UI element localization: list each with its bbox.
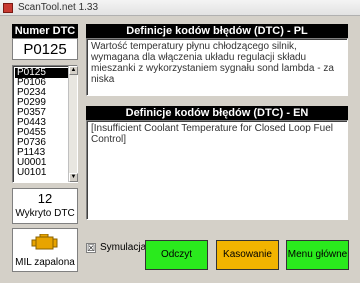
- main-menu-button[interactable]: Menu główne: [286, 240, 349, 270]
- app-icon: [3, 3, 13, 13]
- dtc-number-header: Numer DTC: [12, 24, 78, 38]
- en-definition-text: [Insufficient Coolant Temperature for Cl…: [86, 120, 348, 220]
- scroll-up-icon[interactable]: ▲: [69, 66, 78, 75]
- dtc-code-list[interactable]: P0125 P0106 P0234 P0299 P0357 P0443 P0455 P0736…: [12, 65, 78, 183]
- clear-button[interactable]: Kasowanie: [216, 240, 279, 270]
- mil-label: MIL zapalona: [15, 257, 75, 268]
- pl-definition-title: Definicje kodów błędów (DTC) - PL: [86, 24, 348, 38]
- pl-definition-text: Wartość temperatury płynu chłodzącego si…: [86, 38, 348, 96]
- dtc-code-items: P0125 P0106 P0234 P0299 P0357 P0443 P0455 P0736…: [13, 66, 69, 178]
- dtc-count-box: 12 Wykryto DTC: [12, 188, 78, 224]
- dtc-count: 12: [37, 191, 53, 206]
- en-definition-title: Definicje kodów błędów (DTC) - EN: [86, 106, 348, 120]
- current-dtc-code: P0125: [12, 38, 78, 60]
- mil-status-box: MIL zapalona: [12, 228, 78, 272]
- simulation-label: Symulacja: [100, 242, 147, 253]
- title-bar: ScanTool.net 1.33: [0, 0, 360, 16]
- check-engine-icon: [31, 234, 58, 250]
- code-list-scrollbar[interactable]: ▲ ▼: [68, 66, 78, 182]
- simulation-checkbox[interactable]: ☒: [86, 243, 96, 253]
- scroll-down-icon[interactable]: ▼: [69, 173, 78, 182]
- dtc-list-item[interactable]: U0101: [15, 168, 69, 178]
- dtc-count-label: Wykryto DTC: [15, 208, 75, 219]
- read-button[interactable]: Odczyt: [145, 240, 208, 270]
- window-title: ScanTool.net 1.33: [18, 2, 99, 13]
